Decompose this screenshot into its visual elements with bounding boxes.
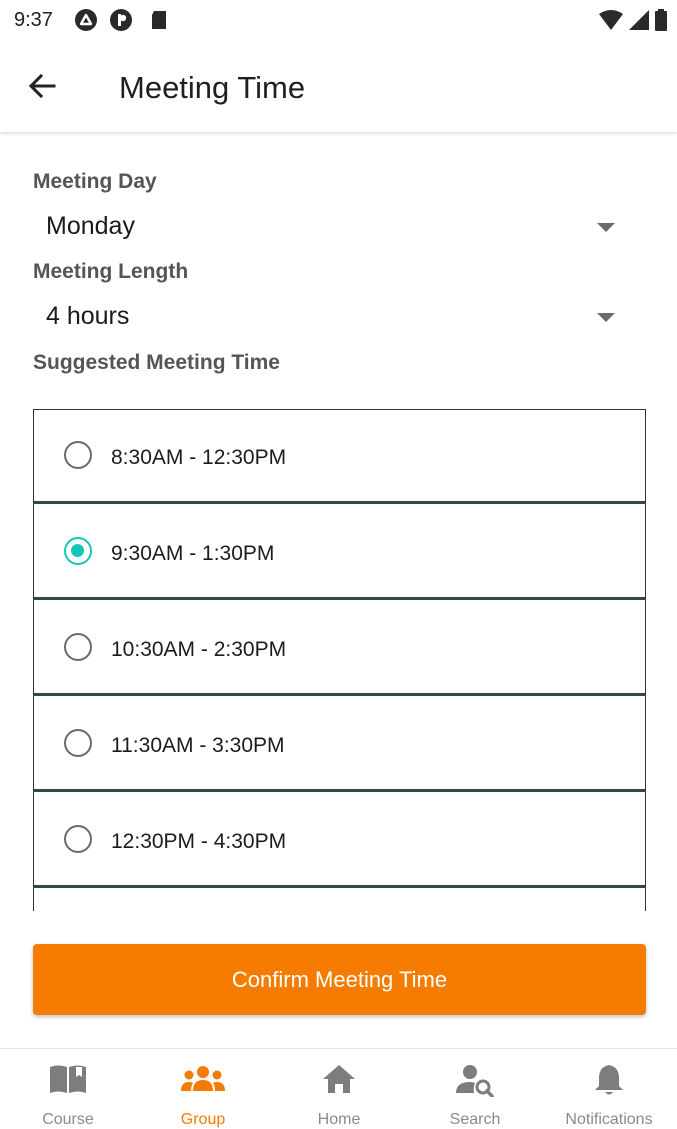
time-option[interactable]: 10:30AM - 2:30PM [34,602,645,696]
app-bar: Meeting Time [0,40,677,132]
time-option[interactable] [34,890,645,911]
signal-icon [629,10,649,30]
nav-item-search[interactable]: Search [407,1049,543,1128]
page-title: Meeting Time [119,70,306,105]
radio-button[interactable] [64,441,92,469]
time-option-label: 11:30AM - 3:30PM [111,734,285,757]
nav-item-notifications[interactable]: Notifications [541,1049,677,1128]
bell-icon [595,1065,623,1095]
home-icon [323,1065,355,1093]
nav-label: Course [42,1111,94,1128]
meeting-day-value: Monday [46,212,135,240]
status-bar: 9:37 [0,0,677,40]
nav-label: Notifications [565,1111,653,1128]
arrow-back-icon [28,73,56,99]
wifi-icon [599,10,623,30]
app-p-icon [110,9,132,36]
nav-item-home[interactable]: Home [271,1049,407,1128]
book-icon [50,1065,86,1093]
person-search-icon [456,1065,494,1097]
dropdown-arrow-icon [597,223,615,232]
confirm-meeting-time-button[interactable]: Confirm Meeting Time [33,944,646,1015]
radio-button[interactable] [64,729,92,757]
time-option[interactable]: 11:30AM - 3:30PM [34,698,645,792]
sd-card-icon [150,9,168,36]
nav-item-course[interactable]: Course [0,1049,136,1128]
meeting-day-label: Meeting Day [33,170,157,193]
group-icon [181,1066,225,1091]
time-option[interactable]: 8:30AM - 12:30PM [34,410,645,504]
suggested-times-list[interactable]: 8:30AM - 12:30PM 9:30AM - 1:30PM 10:30AM… [33,409,646,911]
meeting-length-value: 4 hours [46,302,130,330]
bottom-navigation: Course Group Home Search Notifications [0,1048,677,1128]
nav-label: Home [317,1111,361,1128]
status-right-icons [599,9,667,31]
time-option-label: 9:30AM - 1:30PM [111,542,275,565]
back-button[interactable] [22,66,62,106]
time-option-label: 12:30PM - 4:30PM [111,830,287,853]
meeting-length-dropdown[interactable]: 4 hours [33,295,643,339]
radio-button[interactable] [64,633,92,661]
app-a-icon [75,9,97,36]
suggested-time-label: Suggested Meeting Time [33,351,280,374]
nav-label: Search [449,1111,501,1128]
radio-button[interactable] [64,825,92,853]
meeting-day-dropdown[interactable]: Monday [33,205,643,249]
time-option-label: 8:30AM - 12:30PM [111,446,287,469]
radio-button[interactable] [64,537,92,565]
dropdown-arrow-icon [597,313,615,322]
time-option[interactable]: 9:30AM - 1:30PM [34,506,645,600]
battery-icon [655,9,667,31]
nav-label: Group [180,1111,226,1128]
nav-item-group[interactable]: Group [135,1049,271,1128]
meeting-length-label: Meeting Length [33,260,189,283]
time-option-label: 10:30AM - 2:30PM [111,638,287,661]
status-time: 9:37 [14,9,53,31]
time-option[interactable]: 12:30PM - 4:30PM [34,794,645,888]
